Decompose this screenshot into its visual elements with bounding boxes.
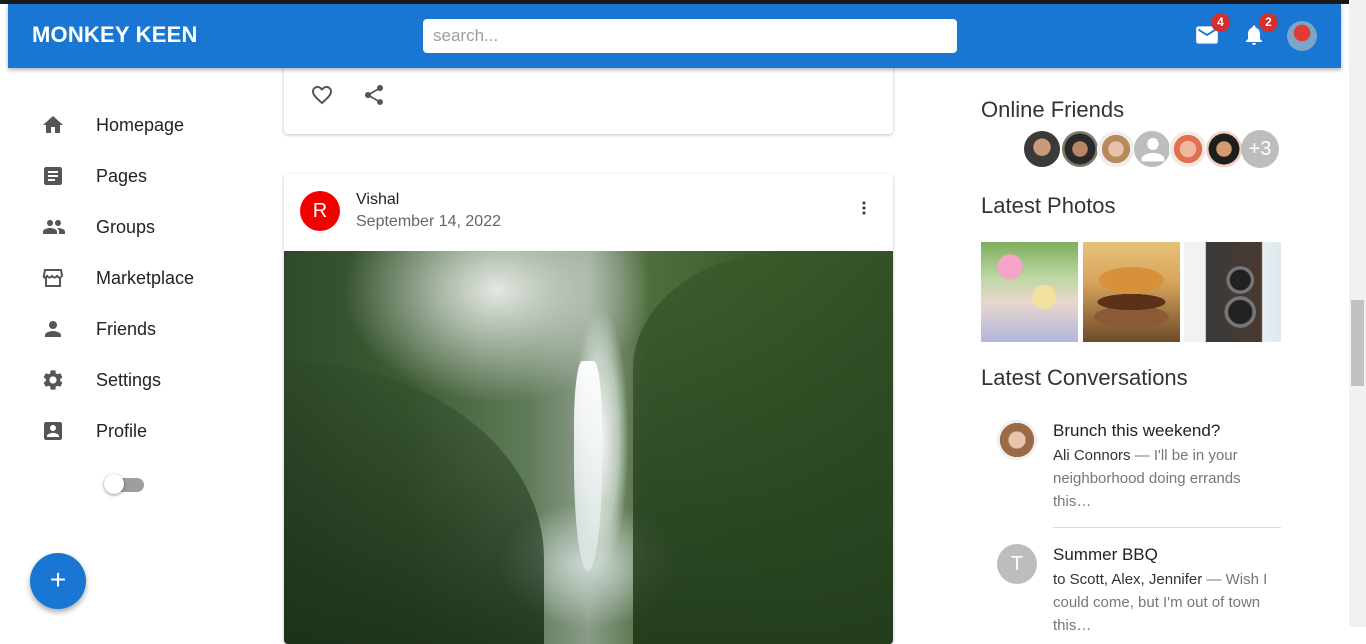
scrollbar-thumb[interactable]	[1351, 300, 1364, 386]
sidebar-item-settings[interactable]: Settings	[30, 360, 250, 400]
gear-icon	[30, 368, 78, 392]
post-author-name: Vishal	[356, 191, 400, 208]
dark-mode-toggle[interactable]	[104, 474, 144, 494]
toggle-knob	[104, 474, 124, 494]
person-icon	[1141, 137, 1165, 162]
sidebar-item-friends[interactable]: Friends	[30, 309, 250, 349]
heart-icon	[312, 86, 332, 105]
home-icon	[30, 113, 78, 137]
person-icon	[30, 317, 78, 341]
online-friend-avatar[interactable]	[1169, 130, 1207, 168]
conversation-divider	[1053, 527, 1281, 528]
sidebar-item-homepage[interactable]: Homepage	[30, 105, 250, 145]
sidebar-item-profile[interactable]: Profile	[30, 411, 250, 451]
sidebar-item-marketplace[interactable]: Marketplace	[30, 258, 250, 298]
latest-conversations-title: Latest Conversations	[981, 365, 1188, 390]
conversation-preview: Ali Connors — I'll be in your neighborho…	[1053, 444, 1271, 513]
sidebar-item-pages[interactable]: Pages	[30, 156, 250, 196]
post-card: R Vishal September 14, 2022	[284, 174, 893, 644]
like-button[interactable]	[309, 83, 335, 112]
image-cliff-left	[284, 361, 544, 644]
sidebar-item-label: Groups	[96, 216, 156, 237]
post-options-button[interactable]	[854, 196, 874, 220]
previous-post-card	[284, 60, 893, 134]
sidebar-item-label: Friends	[96, 318, 157, 339]
conversation-avatar	[997, 420, 1037, 460]
search-input[interactable]	[423, 19, 957, 53]
user-avatar[interactable]	[1287, 21, 1317, 51]
sidebar-item-label: Settings	[96, 369, 162, 390]
conversation-title: Summer BBQ	[1053, 545, 1158, 564]
conversation-sender: Ali Connors	[1053, 447, 1131, 464]
online-friend-avatar[interactable]	[1133, 130, 1171, 168]
sidebar-item-groups[interactable]: Groups	[30, 207, 250, 247]
group-icon	[30, 215, 78, 239]
latest-photo-camera[interactable]	[1184, 242, 1281, 342]
notification-count-badge: 2	[1259, 13, 1278, 32]
share-button[interactable]	[362, 83, 386, 112]
online-friends-title: Online Friends	[981, 97, 1125, 122]
article-icon	[30, 164, 78, 188]
app-title[interactable]: MONKEY KEEN	[32, 22, 198, 48]
sidebar-item-label: Pages	[96, 165, 148, 186]
storefront-icon	[30, 266, 78, 290]
moon-icon	[40, 472, 65, 498]
online-friend-avatar[interactable]	[1061, 130, 1099, 168]
latest-photo-breakfast[interactable]	[981, 242, 1078, 342]
image-waterfall	[574, 361, 602, 571]
add-button[interactable]: +	[30, 553, 86, 609]
online-friend-avatar[interactable]	[1097, 130, 1135, 168]
sidebar-item-label: Profile	[96, 420, 148, 441]
image-cliff-right	[633, 251, 893, 644]
latest-photo-burger[interactable]	[1083, 242, 1180, 342]
post-date: September 14, 2022	[356, 213, 501, 230]
notifications-button[interactable]: 2	[1242, 13, 1278, 52]
conversation-sender: to Scott, Alex, Jennifer	[1053, 571, 1203, 588]
mail-count-badge: 4	[1211, 13, 1230, 32]
online-friend-avatar[interactable]	[1023, 130, 1061, 168]
online-friend-avatar[interactable]	[1205, 130, 1243, 168]
app-bar: MONKEY KEEN 4 2	[8, 4, 1341, 68]
post-author-avatar[interactable]: R	[300, 191, 340, 231]
latest-photos-title: Latest Photos	[981, 193, 1116, 218]
conversation-avatar: T	[997, 544, 1037, 584]
sidebar-item-label: Homepage	[96, 114, 185, 135]
more-online-friends[interactable]: +3	[1241, 130, 1279, 168]
mail-button[interactable]: 4	[1194, 13, 1230, 52]
conversation-title: Brunch this weekend?	[1053, 421, 1221, 440]
share-icon	[365, 85, 383, 105]
account-box-icon	[30, 419, 78, 443]
sidebar-item-label: Marketplace	[96, 267, 195, 288]
more-vert-icon	[862, 201, 866, 215]
post-image-waterfall[interactable]	[284, 251, 893, 644]
